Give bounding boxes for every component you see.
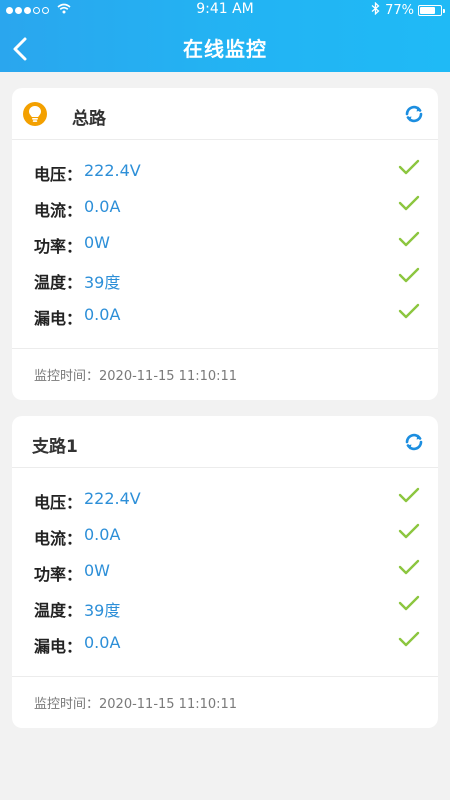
metric-label: 电压： xyxy=(34,493,83,512)
metric-label: 温度： xyxy=(34,601,83,620)
check-icon xyxy=(398,267,420,283)
metric-value: 39度 xyxy=(84,273,121,292)
metric-row-leakage: 漏电： 0.0A xyxy=(12,628,438,658)
lightbulb-icon xyxy=(23,102,47,126)
check-icon xyxy=(398,231,420,247)
app-header: 9:41 AM 77% 在线监控 xyxy=(0,0,450,72)
metric-row-temperature: 温度： 39度 xyxy=(12,592,438,622)
metric-label: 漏电： xyxy=(34,309,83,328)
battery-percent: 77% xyxy=(385,3,414,18)
card-header: 支路1 xyxy=(12,416,438,468)
metric-row-voltage: 电压： 222.4V xyxy=(12,484,438,514)
monitor-time: 监控时间：2020-11-15 11:10:11 xyxy=(34,697,238,712)
metric-row-voltage: 电压： 222.4V xyxy=(12,156,438,186)
metric-value: 222.4V xyxy=(84,489,141,508)
refresh-button[interactable] xyxy=(402,102,426,126)
metric-value: 0.0A xyxy=(84,525,121,544)
metric-row-current: 电流： 0.0A xyxy=(12,192,438,222)
status-bar: 9:41 AM 77% xyxy=(0,0,450,20)
card-title: 总路 xyxy=(72,109,106,129)
metric-row-leakage: 漏电： 0.0A xyxy=(12,300,438,330)
card-title: 支路1 xyxy=(32,437,78,457)
card-header: 总路 xyxy=(12,88,438,140)
metric-value: 0W xyxy=(84,233,110,252)
metric-label: 电流： xyxy=(34,201,83,220)
check-icon xyxy=(398,631,420,647)
check-icon xyxy=(398,523,420,539)
page-title: 在线监控 xyxy=(183,37,267,61)
metric-row-power: 功率： 0W xyxy=(12,556,438,586)
metric-row-current: 电流： 0.0A xyxy=(12,520,438,550)
metric-label: 功率： xyxy=(34,565,83,584)
main-circuit-card: 总路 电压： 222.4V 电流： 0.0A 功率： 0W 温度： 39度 漏电… xyxy=(12,88,438,400)
metric-row-power: 功率： 0W xyxy=(12,228,438,258)
metric-row-temperature: 温度： 39度 xyxy=(12,264,438,294)
check-icon xyxy=(398,595,420,611)
branch-circuit-card: 支路1 电压： 222.4V 电流： 0.0A 功率： 0W 温度： 39度 漏… xyxy=(12,416,438,728)
metric-value: 0.0A xyxy=(84,305,121,324)
monitor-time: 监控时间：2020-11-15 11:10:11 xyxy=(34,369,238,384)
refresh-button[interactable] xyxy=(402,430,426,454)
battery-icon xyxy=(418,5,445,16)
card-footer: 监控时间：2020-11-15 11:10:11 xyxy=(12,676,438,728)
metric-value: 222.4V xyxy=(84,161,141,180)
check-icon xyxy=(398,159,420,175)
card-footer: 监控时间：2020-11-15 11:10:11 xyxy=(12,348,438,400)
bluetooth-icon xyxy=(371,1,380,19)
check-icon xyxy=(398,303,420,319)
check-icon xyxy=(398,195,420,211)
check-icon xyxy=(398,559,420,575)
metric-value: 0.0A xyxy=(84,197,121,216)
metric-label: 功率： xyxy=(34,237,83,256)
check-icon xyxy=(398,487,420,503)
refresh-icon xyxy=(405,105,423,123)
status-right: 77% xyxy=(371,1,445,19)
refresh-icon xyxy=(405,433,423,451)
metric-label: 漏电： xyxy=(34,637,83,656)
metric-value: 39度 xyxy=(84,601,121,620)
metric-label: 温度： xyxy=(34,273,83,292)
metric-label: 电压： xyxy=(34,165,83,184)
metric-value: 0.0A xyxy=(84,633,121,652)
metric-label: 电流： xyxy=(34,529,83,548)
metric-value: 0W xyxy=(84,561,110,580)
